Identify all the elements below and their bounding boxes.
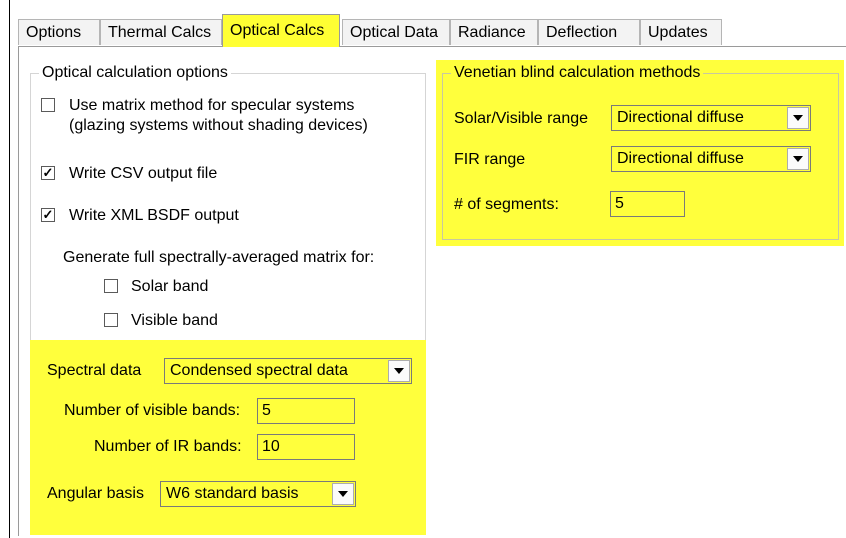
solar-visible-label: Solar/Visible range [454,110,589,127]
ir-bands-label: Number of IR bands: [94,438,242,455]
visible-bands-label: Number of visible bands: [64,402,241,419]
tab-radiance[interactable]: Radiance [450,19,538,45]
visible-band-label: Visible band [131,312,218,329]
spectral-data-label: Spectral data [47,362,142,379]
matrix-method-label-line1: Use matrix method for specular systems [69,97,355,114]
write-xml-label: Write XML BSDF output [69,207,239,224]
tab-label: Thermal Calcs [108,24,212,41]
group-title: Optical calculation options [39,63,231,83]
solar-band-label: Solar band [131,278,209,295]
matrix-method-label-line2: (glazing systems without shading devices… [69,117,368,134]
fir-range-select[interactable]: Directional diffuse [611,146,811,172]
group-title: Venetian blind calculation methods [451,63,704,83]
tab-label: Updates [648,24,708,41]
tab-optical-calcs[interactable]: Optical Calcs [222,14,340,47]
chevron-down-icon [793,156,803,162]
ir-bands-input[interactable] [257,434,355,460]
tab-label: Options [26,24,82,41]
write-csv-checkbox[interactable]: ✓ [41,166,55,180]
fir-range-label: FIR range [454,151,526,168]
write-xml-checkbox[interactable]: ✓ [41,208,55,222]
spectral-data-select[interactable]: Condensed spectral data [164,358,412,384]
visible-bands-input[interactable] [257,398,355,424]
tab-label: Radiance [458,24,526,41]
tab-updates[interactable]: Updates [640,19,722,45]
write-csv-label: Write CSV output file [69,165,218,182]
chevron-down-icon [793,115,803,121]
solar-visible-value: Directional diffuse [617,109,744,126]
matrix-method-checkbox[interactable] [41,98,55,112]
angular-basis-label: Angular basis [47,485,144,502]
check-icon: ✓ [42,207,54,222]
tab-options[interactable]: Options [18,19,100,45]
dropdown-button[interactable] [332,483,354,505]
tab-label: Optical Calcs [230,22,325,39]
solar-band-checkbox[interactable] [104,279,118,293]
tab-optical-data[interactable]: Optical Data [342,19,450,45]
solar-visible-select[interactable]: Directional diffuse [611,105,811,131]
dropdown-button[interactable] [388,360,410,382]
segments-label: # of segments: [454,196,559,213]
segments-input[interactable] [610,191,685,217]
spectral-data-value: Condensed spectral data [170,362,348,379]
dropdown-button[interactable] [787,107,809,129]
tab-thermal-calcs[interactable]: Thermal Calcs [100,19,222,45]
tab-deflection[interactable]: Deflection [538,19,640,45]
fir-range-value: Directional diffuse [617,150,744,167]
tab-label: Optical Data [350,24,439,41]
chevron-down-icon [394,368,404,374]
dropdown-button[interactable] [787,148,809,170]
angular-basis-value: W6 standard basis [166,485,299,502]
tab-label: Deflection [546,24,618,41]
angular-basis-select[interactable]: W6 standard basis [160,481,356,507]
visible-band-checkbox[interactable] [104,313,118,327]
generate-matrix-label: Generate full spectrally-averaged matrix… [63,249,375,266]
chevron-down-icon [338,491,348,497]
check-icon: ✓ [42,165,54,180]
window-left-edge [0,0,10,538]
